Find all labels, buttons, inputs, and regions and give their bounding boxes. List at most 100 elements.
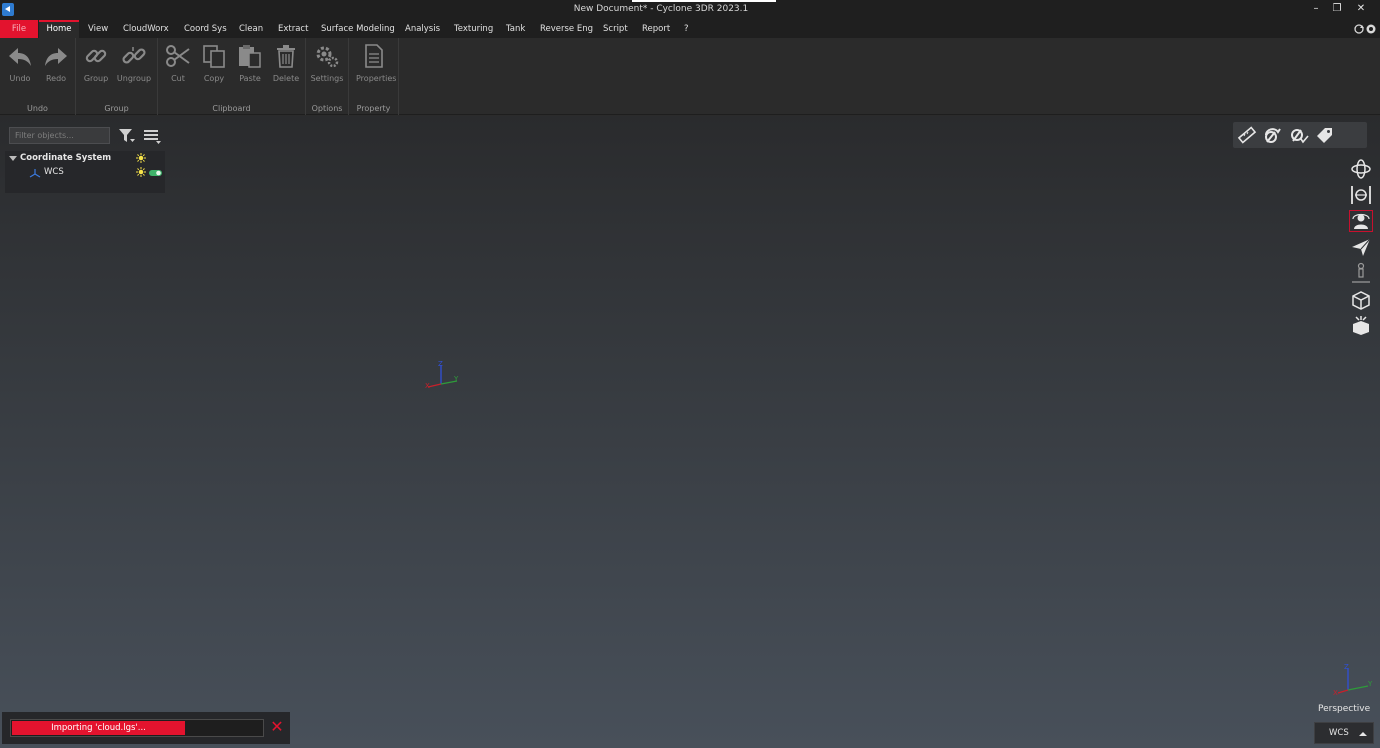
- inspect-probe-icon[interactable]: [1263, 126, 1283, 144]
- menu-view[interactable]: View: [82, 20, 114, 38]
- ribbon-group-label: Property: [356, 104, 391, 113]
- trash-icon: [277, 45, 295, 68]
- sun-icon[interactable]: [136, 153, 146, 163]
- axes-icon: [29, 169, 41, 178]
- menu-script[interactable]: Script: [597, 20, 634, 38]
- menu-surface-modeling[interactable]: Surface Modeling: [315, 20, 401, 38]
- undo-button[interactable]: Undo: [2, 42, 38, 90]
- walk-view-button[interactable]: [1349, 210, 1373, 232]
- cube-view-icon[interactable]: [1349, 288, 1373, 310]
- group-label: Group: [83, 74, 109, 83]
- settings-label: Settings: [310, 74, 344, 83]
- fly-mode-icon[interactable]: [1349, 236, 1373, 258]
- delete-label: Delete: [272, 74, 300, 83]
- ribbon-group-label: Group: [104, 104, 129, 113]
- minimize-button[interactable]: –: [1305, 2, 1327, 16]
- caret-up-icon: [1359, 732, 1367, 736]
- gears-icon: [316, 46, 339, 68]
- menu-coord-sys[interactable]: Coord Sys: [178, 20, 233, 38]
- menu-texturing[interactable]: Texturing: [448, 20, 499, 38]
- axis-z-label: Z: [1344, 663, 1349, 671]
- ribbon-group-undo: Undo Redo Undo: [0, 38, 76, 115]
- ribbon-group-clipboard: Cut Copy Paste Delete Clipboard: [158, 38, 306, 115]
- ribbon-toolbar: Undo Redo Undo Group Ungroup Group Cut C…: [0, 38, 1380, 115]
- menu-bar: File Home View CloudWorx Coord Sys Clean…: [0, 20, 1380, 38]
- filter-icon[interactable]: [118, 128, 136, 144]
- progress-panel: Importing 'cloud.lgs'... ✕: [2, 712, 290, 744]
- sun-icon[interactable]: [136, 167, 146, 177]
- menu-cloudworx[interactable]: CloudWorx: [117, 20, 175, 38]
- pan-icon[interactable]: [1349, 184, 1373, 206]
- paste-icon: [239, 45, 261, 68]
- title-accent-line: [632, 0, 776, 2]
- ribbon-group-group: Group Ungroup Group: [76, 38, 158, 115]
- menu-file[interactable]: File: [0, 20, 38, 38]
- chevron-down-icon[interactable]: [9, 155, 17, 163]
- link-icon: [85, 49, 107, 63]
- menu-report[interactable]: Report: [636, 20, 676, 38]
- tree-item-label: Coordinate System: [20, 153, 112, 163]
- ribbon-group-label: Undo: [27, 104, 48, 113]
- viewer-person-icon: [1352, 213, 1370, 229]
- ungroup-button[interactable]: Ungroup: [116, 42, 152, 90]
- clipping-box-icon[interactable]: [1349, 314, 1373, 336]
- menu-reverse-eng[interactable]: Reverse Eng: [534, 20, 599, 38]
- delete-button[interactable]: Delete: [268, 42, 304, 90]
- paste-button[interactable]: Paste: [232, 42, 268, 90]
- ungroup-label: Ungroup: [116, 74, 152, 83]
- coordinate-system-selector[interactable]: WCS: [1314, 722, 1374, 744]
- sync-icon[interactable]: [1354, 23, 1376, 35]
- undo-icon: [9, 48, 31, 66]
- progress-text: Importing 'cloud.lgs'...: [51, 723, 146, 733]
- unlink-icon: [122, 47, 146, 64]
- cut-label: Cut: [171, 74, 185, 83]
- menu-analysis[interactable]: Analysis: [399, 20, 446, 38]
- import-progress-bar: Importing 'cloud.lgs'...: [10, 719, 264, 737]
- window-title: New Document* - Cyclone 3DR 2023.1: [573, 4, 749, 14]
- cut-button[interactable]: Cut: [160, 42, 196, 90]
- redo-button[interactable]: Redo: [38, 42, 74, 90]
- menu-extract[interactable]: Extract: [272, 20, 314, 38]
- menu-clean[interactable]: Clean: [233, 20, 269, 38]
- inspect-check-icon[interactable]: [1289, 126, 1309, 144]
- undo-label: Undo: [9, 74, 31, 83]
- menu-home[interactable]: Home: [39, 20, 79, 38]
- copy-icon: [203, 45, 225, 68]
- filter-objects-input[interactable]: [9, 127, 110, 144]
- measure-toolbar: [1233, 122, 1367, 148]
- title-bar: New Document* - Cyclone 3DR 2023.1 – ❐ ✕: [0, 0, 1380, 20]
- axis-z-label: Z: [438, 360, 443, 368]
- document-icon: [365, 44, 383, 68]
- group-button[interactable]: Group: [78, 42, 114, 90]
- axis-x-label: X: [1333, 689, 1338, 696]
- copy-button[interactable]: Copy: [196, 42, 232, 90]
- menu-help[interactable]: ?: [678, 20, 695, 38]
- visibility-toggle-icon[interactable]: [149, 169, 163, 177]
- restore-button[interactable]: ❐: [1326, 2, 1348, 16]
- properties-button[interactable]: Properties: [356, 42, 397, 90]
- ribbon-group-options: Settings Options: [306, 38, 349, 115]
- paste-label: Paste: [239, 74, 261, 83]
- cancel-import-icon[interactable]: ✕: [268, 718, 286, 736]
- orbit-icon[interactable]: [1349, 158, 1373, 180]
- settings-button[interactable]: Settings: [309, 42, 345, 90]
- properties-label: Properties: [356, 74, 397, 83]
- close-button[interactable]: ✕: [1350, 2, 1372, 16]
- 3d-viewport[interactable]: Coordinate System WCS: [0, 116, 1380, 748]
- copy-label: Copy: [203, 74, 225, 83]
- projection-label[interactable]: Perspective: [1318, 704, 1370, 714]
- axis-y-label: Y: [1367, 680, 1373, 688]
- ribbon-group-label: Options: [311, 104, 343, 113]
- scissors-icon: [166, 45, 190, 67]
- tag-label-icon[interactable]: [1315, 126, 1335, 144]
- axis-x-label: X: [425, 382, 430, 390]
- list-menu-icon[interactable]: [144, 128, 162, 144]
- coordinate-system-value: WCS: [1329, 728, 1349, 738]
- ribbon-group-property: Properties Property: [349, 38, 399, 115]
- ruler-icon[interactable]: [1237, 126, 1257, 144]
- tree-item-label: WCS: [44, 167, 64, 177]
- object-tree: Coordinate System WCS: [5, 151, 165, 193]
- menu-tank[interactable]: Tank: [500, 20, 531, 38]
- pedestrian-icon[interactable]: [1349, 262, 1373, 284]
- center-axis-gizmo: Z Y X: [425, 360, 459, 390]
